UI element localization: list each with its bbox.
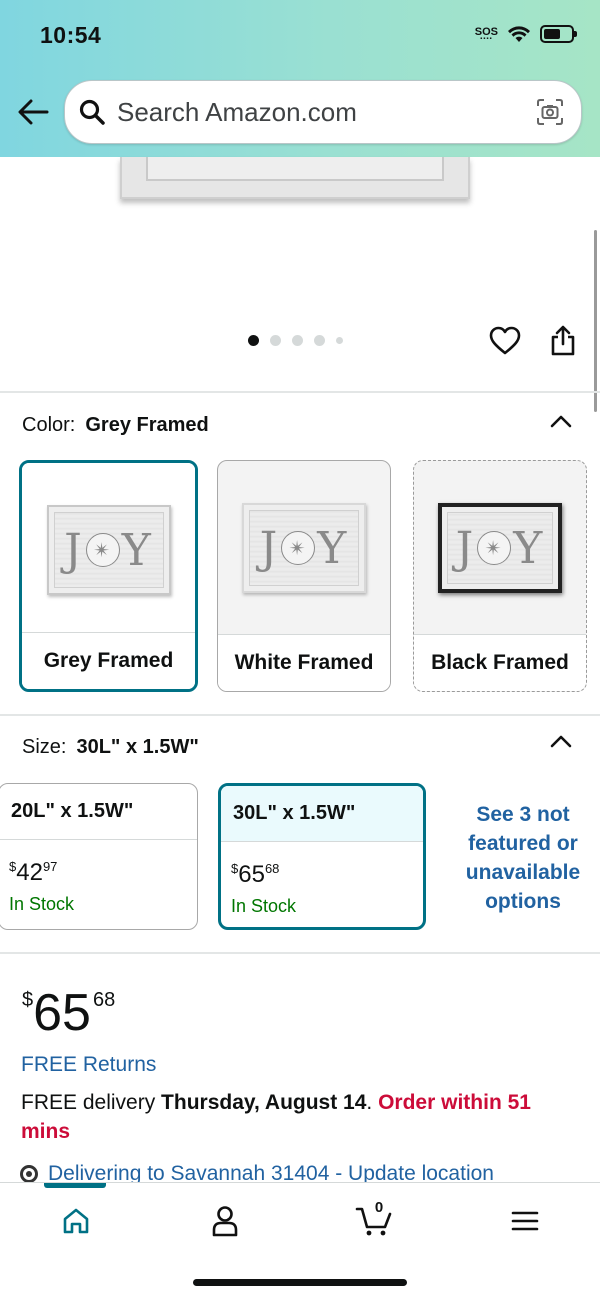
share-icon[interactable] (549, 324, 577, 356)
joy-artwork: JY (46, 505, 171, 595)
swatch-image: JY (218, 461, 390, 635)
product-price: $65 68 (22, 984, 116, 1042)
delivery-info: FREE delivery Thursday, August 14. Order… (21, 1091, 531, 1143)
color-option-black-framed[interactable]: JY Black Framed (413, 460, 587, 692)
chevron-up-icon[interactable] (550, 414, 572, 428)
size-option-price: $4297 (9, 859, 58, 886)
camera-search-icon[interactable] (535, 97, 565, 127)
size-option-name: 30L" x 1.5W" (221, 786, 423, 842)
status-time: 10:54 (40, 22, 102, 48)
image-pagination[interactable] (248, 335, 343, 346)
size-section-title: Size: 30L" x 1.5W" (22, 736, 199, 759)
heart-icon[interactable] (489, 326, 521, 356)
color-label: Color: (22, 414, 76, 436)
divider (0, 952, 600, 954)
size-option-30l[interactable]: 30L" x 1.5W" $6568 In Stock (218, 783, 426, 930)
wifi-icon (508, 26, 530, 42)
home-icon (63, 1208, 89, 1234)
search-icon (79, 98, 107, 126)
stock-status: In Stock (9, 894, 75, 914)
back-button[interactable] (16, 95, 50, 129)
pagination-dot[interactable] (248, 335, 259, 346)
color-option-white-framed[interactable]: JY White Framed (217, 460, 391, 692)
swatch-label: White Framed (218, 634, 390, 691)
size-selected-value: 30L" x 1.5W" (76, 736, 199, 758)
arrow-left-icon (18, 99, 49, 125)
search-input[interactable] (117, 96, 517, 128)
color-section-title: Color: Grey Framed (22, 414, 209, 437)
pagination-dot[interactable] (270, 335, 281, 346)
pagination-dot[interactable] (336, 337, 343, 344)
search-bar[interactable] (64, 80, 582, 144)
color-selected-value: Grey Framed (85, 414, 209, 436)
delivery-location-link[interactable]: Delivering to Savannah 31404 - Update lo… (20, 1162, 580, 1184)
app-header: 10:54 SOS ▪▪▪▪ (0, 0, 600, 157)
free-returns-link[interactable]: FREE Returns (21, 1053, 156, 1077)
nav-account[interactable] (205, 1201, 245, 1241)
joy-artwork: JY (242, 503, 366, 593)
user-icon (212, 1206, 238, 1237)
stock-status: In Stock (231, 896, 297, 916)
nav-menu[interactable] (505, 1201, 545, 1241)
color-option-grey-framed[interactable]: JY Grey Framed (19, 460, 198, 692)
chevron-up-icon[interactable] (550, 734, 572, 748)
nav-home[interactable] (56, 1201, 96, 1241)
delivery-date: Thursday, August 14 (161, 1091, 367, 1114)
pagination-dot[interactable] (314, 335, 325, 346)
scrollbar[interactable] (594, 230, 597, 412)
swatch-image: JY (22, 463, 195, 637)
location-pin-icon (20, 1165, 38, 1183)
divider (0, 714, 600, 716)
battery-icon (540, 25, 577, 43)
active-tab-indicator (44, 1183, 106, 1188)
sos-indicator: SOS ▪▪▪▪ (474, 25, 498, 42)
size-label: Size: (22, 736, 67, 758)
hamburger-menu-icon (511, 1211, 539, 1231)
home-indicator[interactable] (193, 1279, 407, 1286)
pagination-dot[interactable] (292, 335, 303, 346)
size-option-20l[interactable]: 20L" x 1.5W" $4297 In Stock (0, 783, 198, 930)
status-icons: SOS ▪▪▪▪ (474, 25, 577, 43)
bottom-navigation: 0 (0, 1182, 600, 1299)
joy-artwork: JY (438, 503, 562, 593)
size-option-name: 20L" x 1.5W" (0, 784, 197, 840)
swatch-label: Black Framed (414, 634, 586, 691)
swatch-image: JY (414, 461, 586, 635)
divider (0, 391, 600, 393)
size-option-price: $6568 (231, 861, 280, 888)
cart-count-badge: 0 (374, 1199, 384, 1216)
swatch-label: Grey Framed (22, 632, 195, 689)
product-image[interactable] (120, 157, 470, 199)
see-more-options-link[interactable]: See 3 not featured or unavailable option… (448, 800, 598, 916)
